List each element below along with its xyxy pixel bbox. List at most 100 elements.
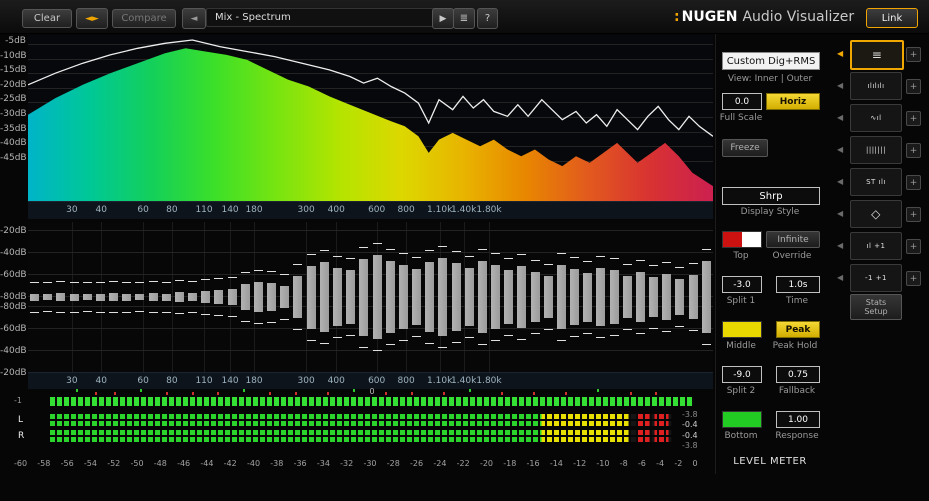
display-style-select[interactable]: Shrp — [722, 187, 820, 205]
module-select-arrow-icon[interactable]: ◀ — [837, 273, 843, 282]
link-button[interactable]: Link — [866, 8, 918, 28]
scale-number: -8 — [619, 459, 628, 468]
histogram-bar — [306, 265, 316, 329]
module-spectrum-button[interactable]: ≡ — [850, 40, 904, 70]
right-rms-bar — [50, 437, 672, 442]
fallback-field[interactable]: 0.75 — [776, 366, 820, 383]
histogram-bar — [174, 292, 184, 302]
peak-hold-mark — [43, 282, 53, 284]
scale-number: -12 — [573, 459, 587, 468]
spectrogram-icon: ∿ıl — [870, 114, 882, 122]
swap-button[interactable]: ◄► — [76, 8, 108, 29]
module-loudness-button[interactable]: ıl +1 — [850, 232, 902, 260]
module-select-arrow-icon[interactable]: ◀ — [837, 145, 843, 154]
scale-number: -14 — [549, 459, 563, 468]
module-bands-button[interactable]: ||||||| — [850, 136, 902, 164]
add-module-button[interactable]: + — [906, 47, 921, 62]
previous-preset-button[interactable]: ◄ — [182, 8, 206, 29]
peak-hold-mark — [56, 312, 66, 314]
correlation-min-label: -1 — [14, 396, 22, 405]
module-row: ◀ -1 +1 + — [836, 264, 928, 292]
meter-mode-select[interactable]: Custom Dig+RMS — [722, 52, 820, 70]
help-icon: ? — [484, 13, 491, 24]
preset-list-button[interactable]: ≣ — [453, 8, 475, 29]
peak-hold-mark — [491, 340, 501, 342]
frequency-label: 180 — [245, 376, 263, 386]
scale-number: -42 — [223, 459, 237, 468]
peak-hold-mark — [622, 264, 632, 265]
split2-field[interactable]: -9.0 — [722, 366, 762, 383]
level-meter-left — [50, 414, 672, 427]
module-stereo-bands-button[interactable]: ST ılı — [850, 168, 902, 196]
peak-hold-mark — [688, 329, 698, 331]
peak-hold-mark — [662, 261, 672, 263]
spectrum-db-label: -30dB — [0, 109, 27, 119]
peak-hold-mark — [30, 311, 39, 313]
peak-button[interactable]: Peak — [776, 321, 820, 338]
full-scale-field[interactable]: 0.0 — [722, 93, 762, 110]
horiz-button[interactable]: Horiz — [766, 93, 820, 110]
split1-field[interactable]: -3.0 — [722, 276, 762, 293]
peak-hold-mark — [122, 311, 132, 313]
module-select-arrow-icon[interactable]: ◀ — [837, 241, 843, 250]
time-field[interactable]: 1.0s — [776, 276, 820, 293]
peak-hold-mark — [412, 257, 422, 258]
top-color-swatch[interactable] — [722, 231, 762, 248]
peak-hold-mark — [701, 344, 711, 346]
infinite-button[interactable]: Infinite — [766, 231, 820, 248]
scale-number: -22 — [456, 459, 470, 468]
add-module-button[interactable]: + — [906, 271, 921, 286]
grid-line — [28, 350, 713, 351]
compare-button[interactable]: Compare — [112, 9, 176, 28]
module-spectrogram-button[interactable]: ∿ıl — [850, 104, 902, 132]
histogram-bar — [662, 273, 672, 321]
module-select-arrow-icon[interactable]: ◀ — [837, 81, 843, 90]
add-module-button[interactable]: + — [906, 207, 921, 222]
scale-number: -58 — [37, 459, 51, 468]
histogram-bar — [227, 288, 237, 306]
view-mode-label: View: Inner | Outer — [727, 74, 813, 84]
module-select-arrow-icon[interactable]: ◀ — [837, 209, 843, 218]
swap-arrows-icon: ◄► — [85, 13, 99, 24]
module-select-arrow-icon[interactable]: ◀ — [837, 113, 843, 122]
bottom-color-swatch[interactable] — [722, 411, 762, 428]
frequency-label: 1.10k — [427, 205, 453, 215]
module-select-arrow-icon[interactable]: ◀ — [837, 177, 843, 186]
middle-color-swatch[interactable] — [722, 321, 762, 338]
freeze-button[interactable]: Freeze — [722, 139, 768, 157]
add-module-button[interactable]: + — [906, 111, 921, 126]
response-label: Response — [775, 431, 819, 441]
spectrum-icon: ≡ — [871, 48, 883, 62]
peak-hold-mark — [267, 322, 277, 323]
help-button[interactable]: ? — [477, 8, 498, 29]
stats-setup-button[interactable]: Stats Setup — [850, 294, 902, 320]
add-module-button[interactable]: + — [906, 175, 921, 190]
module-vectorscope-button[interactable]: ◇ — [850, 200, 902, 228]
histogram-display — [28, 222, 713, 372]
module-histogram-button[interactable]: ılılılı — [850, 72, 902, 100]
peak-hold-mark — [372, 350, 382, 351]
add-module-button[interactable]: + — [906, 239, 921, 254]
play-button[interactable]: ▶ — [432, 8, 454, 29]
histogram-db-label: -40dB — [0, 248, 27, 258]
histogram-bar — [122, 293, 132, 301]
peak-hold-mark — [346, 258, 356, 260]
module-correlation-button[interactable]: -1 +1 — [850, 264, 902, 292]
peak-hold-mark — [30, 281, 39, 283]
loudness-icon: ıl +1 — [866, 242, 886, 250]
grid-line — [28, 252, 713, 253]
histogram-bar — [491, 264, 501, 330]
add-module-button[interactable]: + — [906, 143, 921, 158]
histogram-bar — [30, 293, 39, 301]
peak-hold-mark — [649, 327, 659, 329]
preset-display[interactable]: Mix - Spectrum — [206, 8, 446, 27]
clear-button[interactable]: Clear — [22, 9, 72, 28]
response-field[interactable]: 1.00 — [776, 411, 820, 428]
vectorscope-icon: ◇ — [871, 207, 881, 221]
brand-logo: : NUGEN Audio Visualizer — [674, 7, 854, 27]
frequency-label: 800 — [397, 205, 415, 215]
scale-number: -40 — [246, 459, 261, 468]
add-module-button[interactable]: + — [906, 79, 921, 94]
module-select-arrow-icon[interactable]: ◀ — [837, 49, 843, 58]
peak-hold-mark — [359, 246, 369, 248]
